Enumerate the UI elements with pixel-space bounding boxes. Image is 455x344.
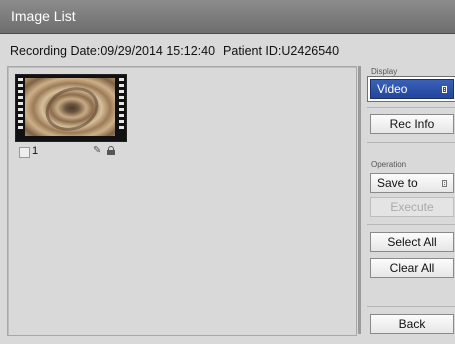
lock-icon bbox=[107, 146, 115, 155]
save-to-dropdown[interactable]: Save to bbox=[370, 173, 454, 193]
back-button[interactable]: Back bbox=[370, 314, 454, 334]
execute-button[interactable]: Execute bbox=[370, 197, 454, 217]
menu-icon bbox=[442, 86, 447, 93]
clear-all-button[interactable]: Clear All bbox=[370, 258, 454, 278]
divider bbox=[367, 107, 455, 108]
divider bbox=[367, 306, 455, 307]
operation-section-label: Operation bbox=[371, 160, 407, 169]
divider bbox=[367, 224, 455, 225]
select-all-button[interactable]: Select All bbox=[370, 232, 454, 252]
recording-date: Recording Date:09/29/2014 15:12:40 bbox=[10, 44, 216, 58]
recording-info: Recording Date:09/29/2014 15:12:40 Patien… bbox=[10, 44, 339, 58]
display-video-label: Video bbox=[377, 82, 408, 96]
window-title: Image List bbox=[11, 8, 76, 24]
item-checkbox[interactable] bbox=[19, 147, 30, 158]
display-section-label: Display bbox=[371, 67, 398, 76]
save-to-label: Save to bbox=[377, 176, 418, 190]
display-video-button[interactable]: Video bbox=[370, 79, 454, 99]
title-bar: Image List bbox=[0, 0, 455, 34]
thumbnail-image bbox=[25, 78, 115, 136]
sidebar: Display Video Rec Info Operation Save to… bbox=[358, 66, 455, 334]
item-number: 1 bbox=[32, 145, 39, 157]
protect-icon: ✎ bbox=[93, 145, 102, 156]
image-gallery: 1 ✎ bbox=[7, 66, 357, 336]
rec-info-button[interactable]: Rec Info bbox=[370, 114, 454, 134]
film-strip-right bbox=[118, 75, 125, 141]
video-thumbnail[interactable] bbox=[15, 74, 127, 142]
divider bbox=[367, 142, 455, 143]
image-item[interactable]: 1 ✎ bbox=[15, 74, 127, 161]
film-strip-left bbox=[17, 75, 24, 141]
patient-id: Patient ID:U2426540 bbox=[223, 44, 340, 58]
menu-icon bbox=[442, 180, 447, 187]
